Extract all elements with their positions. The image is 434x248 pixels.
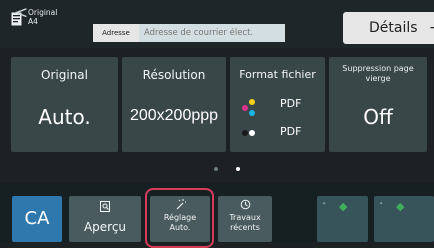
chevron-left-icon[interactable]: <	[14, 3, 28, 23]
tile-title: Résolution	[142, 68, 206, 82]
recent-jobs-label-line2: récents	[230, 223, 260, 232]
original-setting-tile[interactable]: Original Auto.	[11, 57, 118, 152]
address-button[interactable]: Adresse	[93, 24, 139, 42]
highlight-frame	[145, 188, 214, 248]
star-icon: ✦	[379, 201, 384, 207]
tile-title: Original	[41, 68, 88, 82]
tile-value: Off	[363, 105, 393, 129]
file-format-setting-tile[interactable]: Format fichier PDF PDF	[230, 57, 325, 152]
resolution-setting-tile[interactable]: Résolution 200x200ppp	[122, 57, 226, 152]
tile-value: 200x200ppp	[129, 107, 219, 124]
original-label: Original	[28, 8, 58, 17]
color-format-value: PDF	[280, 97, 302, 110]
tile-title: Suppression page vierge	[342, 64, 414, 83]
details-label: Détails	[369, 20, 418, 36]
clear-all-button[interactable]: CA	[12, 196, 62, 242]
tile-title: Format fichier	[239, 68, 316, 81]
email-address-input[interactable]	[139, 24, 285, 42]
preview-button[interactable]: Aperçu	[69, 196, 141, 242]
program-button-2[interactable]: ◆ ✦	[374, 196, 434, 242]
preview-label: Aperçu	[83, 220, 127, 234]
original-size: A4	[28, 17, 38, 26]
recent-jobs-button[interactable]: Travaux récents	[218, 196, 272, 242]
tile-value: Auto.	[38, 105, 91, 129]
recent-jobs-label-line1: Travaux	[229, 213, 261, 222]
history-icon	[240, 199, 251, 210]
blank-page-removal-tile[interactable]: Suppression page vierge Off	[329, 57, 427, 152]
details-button[interactable]: Détails +	[343, 12, 434, 44]
page-indicator-dot-active	[236, 167, 240, 171]
star-icon: ◆	[339, 200, 348, 213]
star-icon: ◆	[396, 200, 405, 213]
recent-jobs-label: Travaux récents	[218, 213, 272, 233]
pager	[0, 152, 434, 180]
original-size-indicator[interactable]: Original A4	[28, 8, 57, 26]
mono-format-value: PDF	[280, 125, 302, 138]
program-button-1[interactable]: ◆ ✦	[317, 196, 368, 242]
preview-icon	[100, 201, 110, 212]
page-indicator-dot	[214, 167, 218, 171]
bottom-action-bar	[0, 183, 434, 242]
star-icon: ✦	[322, 201, 327, 207]
expand-icon: +	[429, 12, 434, 44]
